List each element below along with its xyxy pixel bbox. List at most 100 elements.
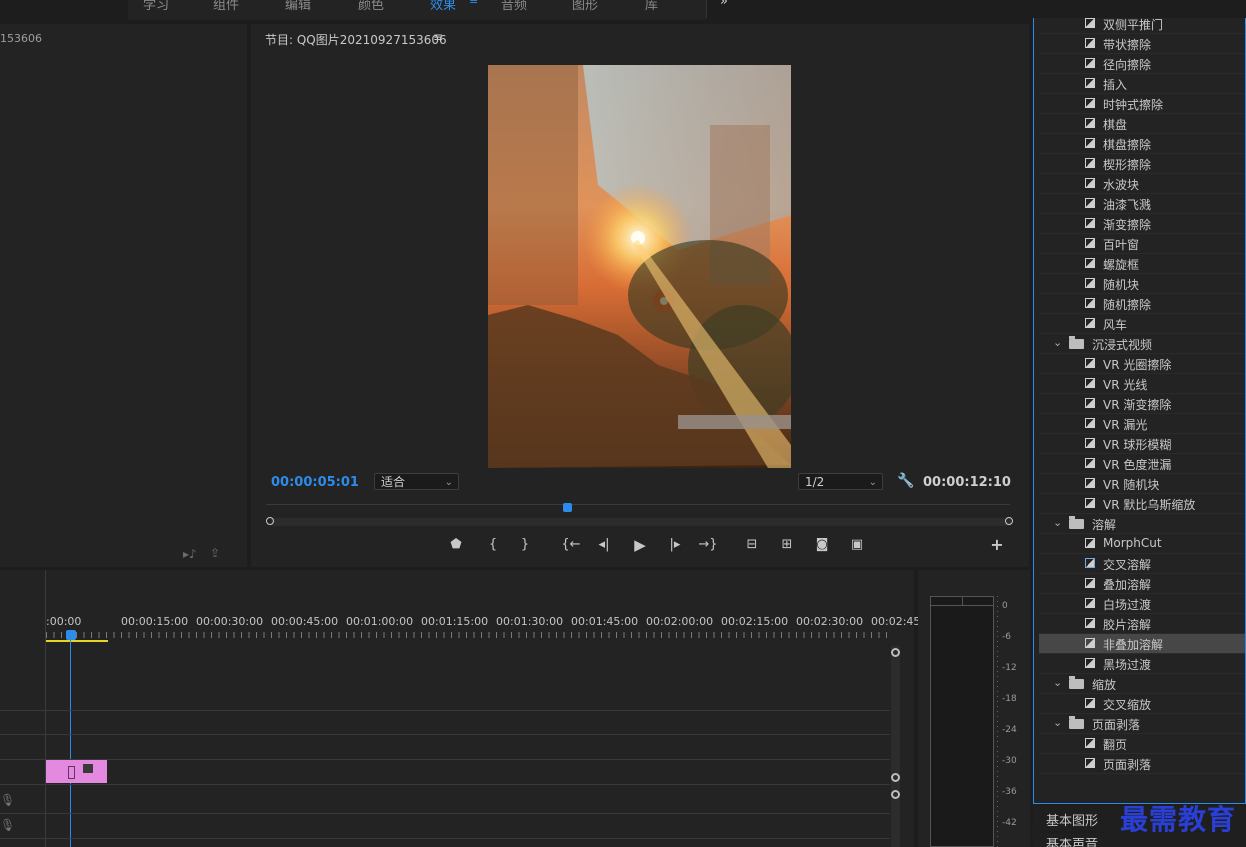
add-button-icon[interactable]: + xyxy=(987,536,1007,554)
effects-item[interactable]: 油漆飞溅 xyxy=(1039,194,1245,214)
effects-folder[interactable]: ⌄ 溶解 xyxy=(1039,514,1245,534)
program-playhead[interactable] xyxy=(563,503,572,512)
clip-transition-marker[interactable] xyxy=(68,766,75,779)
transition-icon xyxy=(1085,598,1095,608)
extract-icon[interactable]: ⊞ xyxy=(777,536,797,554)
zoom-scrollbar[interactable] xyxy=(271,518,1011,526)
chevron-down-icon: ⌄ xyxy=(868,477,877,488)
chevron-down-icon[interactable]: ⌄ xyxy=(1053,336,1062,349)
effects-folder[interactable]: ⌄ 沉浸式视频 xyxy=(1039,334,1245,354)
effects-item[interactable]: VR 色度泄漏 xyxy=(1039,454,1245,474)
folder-icon xyxy=(1069,716,1084,729)
insert-audio-icon[interactable]: ▸♪ xyxy=(183,547,197,561)
video-clip[interactable] xyxy=(46,760,107,783)
play-icon[interactable]: ▶ xyxy=(630,536,650,554)
effects-item[interactable]: 棋盘 xyxy=(1039,114,1245,134)
chevron-down-icon[interactable]: ⌄ xyxy=(1053,676,1062,689)
effects-item[interactable]: 随机块 xyxy=(1039,274,1245,294)
panel-menu-icon[interactable]: ≡ xyxy=(433,30,443,44)
step-back-icon[interactable]: ◂| xyxy=(594,536,614,554)
effects-item[interactable]: 棋盘擦除 xyxy=(1039,134,1245,154)
camera-icon[interactable]: ◙ xyxy=(812,536,832,554)
effects-item[interactable]: VR 默比乌斯缩放 xyxy=(1039,494,1245,514)
effects-item[interactable]: 叠加溶解 xyxy=(1039,574,1245,594)
effects-item[interactable]: 径向擦除 xyxy=(1039,54,1245,74)
ruler-time-label: 00:01:30:00 xyxy=(496,615,564,628)
effects-item[interactable]: 时钟式擦除 xyxy=(1039,94,1245,114)
step-forward-icon[interactable]: |▸ xyxy=(665,536,685,554)
scroll-handle-bottom[interactable] xyxy=(891,773,900,782)
track-divider xyxy=(0,784,890,785)
settings-wrench-icon[interactable]: 🔧 xyxy=(897,473,914,489)
effects-item[interactable]: MorphCut xyxy=(1039,534,1245,554)
effects-item[interactable]: 渐变擦除 xyxy=(1039,214,1245,234)
effects-item[interactable]: VR 随机块 xyxy=(1039,474,1245,494)
transition-icon xyxy=(1085,298,1095,308)
comparison-icon[interactable]: ▣ xyxy=(847,536,867,554)
fit-dropdown[interactable]: 适合 ⌄ xyxy=(374,473,459,490)
workspace-tab-assembly[interactable]: 组件 xyxy=(213,0,239,13)
resolution-dropdown[interactable]: 1/2 ⌄ xyxy=(798,473,883,490)
mark-out-icon[interactable]: } xyxy=(515,536,535,554)
chevron-down-icon[interactable]: ⌄ xyxy=(1053,516,1062,529)
effects-item[interactable]: VR 漏光 xyxy=(1039,414,1245,434)
chevron-down-icon[interactable]: ⌄ xyxy=(1053,716,1062,729)
effects-item[interactable]: 交叉缩放 xyxy=(1039,694,1245,714)
go-to-out-icon[interactable]: →} xyxy=(698,536,718,554)
effects-item[interactable]: 插入 xyxy=(1039,74,1245,94)
effects-item[interactable]: 随机擦除 xyxy=(1039,294,1245,314)
mark-in-icon[interactable]: { xyxy=(483,536,503,554)
workspace-tab-effects[interactable]: 效果 xyxy=(430,0,456,13)
microphone-icon[interactable]: 🎙 xyxy=(0,793,15,807)
audio-meter-bars xyxy=(930,596,994,847)
export-icon[interactable]: ⇪ xyxy=(210,546,220,560)
zoom-handle-left[interactable] xyxy=(266,517,274,525)
effects-folder[interactable]: ⌄ 页面剥落 xyxy=(1039,714,1245,734)
effects-item[interactable]: 螺旋框 xyxy=(1039,254,1245,274)
work-area-bar[interactable] xyxy=(46,640,108,642)
marker-icon[interactable]: ⬟ xyxy=(446,536,466,554)
effects-item[interactable]: VR 球形模糊 xyxy=(1039,434,1245,454)
microphone-icon[interactable]: 🎙 xyxy=(0,818,15,832)
scroll-handle-top[interactable] xyxy=(891,648,900,657)
timeline-playhead[interactable] xyxy=(66,630,76,640)
workspace-tab-audio[interactable]: 音频 xyxy=(501,0,527,13)
go-to-in-icon[interactable]: {← xyxy=(561,536,581,554)
effects-item[interactable]: 胶片溶解 xyxy=(1039,614,1245,634)
effects-item[interactable]: 楔形擦除 xyxy=(1039,154,1245,174)
effects-item-label: 百叶窗 xyxy=(1103,238,1140,252)
current-timecode[interactable]: 00:00:05:01 xyxy=(271,475,359,490)
workspace-tab-learn[interactable]: 学习 xyxy=(143,0,169,13)
scroll-handle-audio[interactable] xyxy=(891,790,900,799)
workspace-overflow-icon[interactable]: » xyxy=(720,0,728,9)
effects-item[interactable]: 非叠加溶解 xyxy=(1039,634,1245,654)
effects-item[interactable]: VR 光线 xyxy=(1039,374,1245,394)
program-title[interactable]: 节目: QQ图片20210927153606 xyxy=(265,31,447,48)
effects-item[interactable]: 带状擦除 xyxy=(1039,34,1245,54)
effects-folder[interactable]: ⌄ 缩放 xyxy=(1039,674,1245,694)
effects-item[interactable]: 黑场过渡 xyxy=(1039,654,1245,674)
lift-icon[interactable]: ⊟ xyxy=(742,536,762,554)
effects-item[interactable]: 页面剥落 xyxy=(1039,754,1245,774)
vertical-scrollbar[interactable] xyxy=(891,646,900,847)
workspace-tab-color[interactable]: 颜色 xyxy=(358,0,384,13)
effects-item[interactable]: 交叉溶解 xyxy=(1039,554,1245,574)
effects-item[interactable]: 水波块 xyxy=(1039,174,1245,194)
effects-item-label: 水波块 xyxy=(1103,178,1140,192)
effects-item[interactable]: 翻页 xyxy=(1039,734,1245,754)
workspace-tab-graphics[interactable]: 图形 xyxy=(572,0,598,13)
effects-item[interactable]: 风车 xyxy=(1039,314,1245,334)
workspace-menu-icon[interactable]: ≡ xyxy=(469,0,478,7)
effects-item[interactable]: 百叶窗 xyxy=(1039,234,1245,254)
effects-item[interactable]: VR 渐变擦除 xyxy=(1039,394,1245,414)
zoom-handle-right[interactable] xyxy=(1005,517,1013,525)
effects-item[interactable]: VR 光圈擦除 xyxy=(1039,354,1245,374)
workspace-tab-libraries[interactable]: 库 xyxy=(645,0,658,13)
effects-item[interactable]: 白场过渡 xyxy=(1039,594,1245,614)
effects-item-label: 交叉缩放 xyxy=(1103,698,1152,712)
ruler-time-label: 00:02:15:00 xyxy=(721,615,789,628)
effects-item[interactable]: 双侧平推门 xyxy=(1039,18,1245,34)
transition-icon xyxy=(1085,378,1095,388)
effects-item-label: VR 默比乌斯缩放 xyxy=(1103,498,1196,512)
workspace-tab-editing[interactable]: 编辑 xyxy=(285,0,311,13)
